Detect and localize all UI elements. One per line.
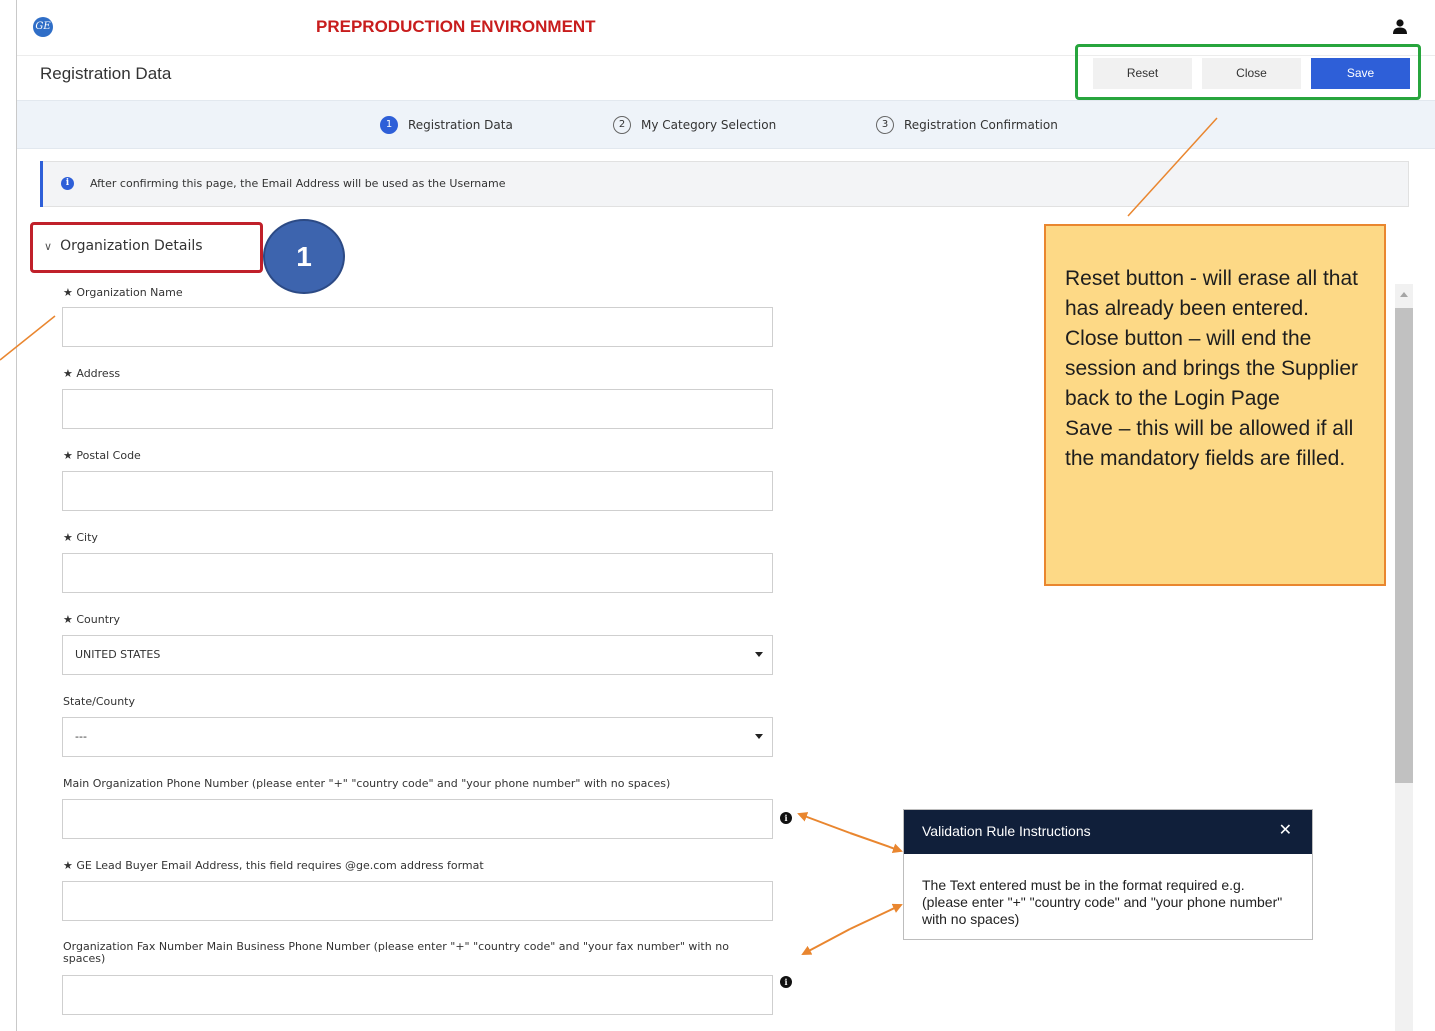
address-input[interactable] (62, 389, 773, 429)
phone-input[interactable] (62, 799, 773, 839)
scroll-up-arrow-icon[interactable] (1400, 292, 1408, 297)
buttons-highlight-box (1075, 44, 1421, 100)
step-registration-confirmation[interactable]: 3 Registration Confirmation (876, 116, 1058, 134)
country-select[interactable]: UNITED STATES (62, 635, 773, 675)
state-value: --- (75, 730, 87, 743)
step-category-selection[interactable]: 2 My Category Selection (613, 116, 776, 134)
buyer-email-label: ★ GE Lead Buyer Email Address, this fiel… (63, 859, 484, 872)
step-number: 3 (876, 116, 894, 134)
section-highlight-box (30, 222, 263, 273)
close-icon[interactable]: ✕ (1279, 810, 1292, 852)
fax-help-icon[interactable]: i (780, 976, 792, 988)
info-banner-text: After confirming this page, the Email Ad… (90, 177, 506, 190)
step-number: 2 (613, 116, 631, 134)
frame-border (16, 0, 17, 1031)
country-value: UNITED STATES (75, 648, 161, 661)
state-label: State/County (63, 695, 135, 708)
user-icon[interactable] (1391, 18, 1409, 36)
org-name-input[interactable] (62, 307, 773, 347)
country-label: ★ Country (63, 613, 121, 626)
fax-label: Organization Fax Number Main Business Ph… (63, 940, 729, 965)
phone-help-icon[interactable]: i (780, 812, 792, 824)
step-number: 1 (380, 116, 398, 134)
info-banner-stripe (40, 161, 43, 207)
arrow-tooltip-bottom (849, 903, 903, 930)
postal-code-input[interactable] (62, 471, 773, 511)
postal-code-label: ★ Postal Code (63, 449, 141, 462)
ge-logo[interactable]: GE (33, 17, 53, 37)
arrow-tooltip-bottom (801, 928, 851, 955)
dropdown-caret-icon (755, 652, 763, 657)
environment-title: PREPRODUCTION ENVIRONMENT (316, 17, 596, 36)
validation-tooltip: Validation Rule Instructions ✕ The Text … (903, 809, 1313, 940)
step-label: Registration Data (408, 118, 513, 132)
city-label: ★ City (63, 531, 98, 544)
address-label: ★ Address (63, 367, 121, 380)
step-label: My Category Selection (641, 118, 777, 132)
callout-badge: 1 (263, 219, 345, 294)
arrow-tooltip-top (849, 832, 903, 854)
callout-line-left (0, 315, 56, 361)
city-input[interactable] (62, 553, 773, 593)
tooltip-title: Validation Rule Instructions (922, 823, 1091, 839)
step-label: Registration Confirmation (904, 118, 1058, 132)
arrow-tooltip-top (797, 812, 851, 834)
page-title: Registration Data (40, 64, 172, 83)
info-icon: i (61, 177, 74, 190)
tooltip-header: Validation Rule Instructions ✕ (904, 810, 1312, 854)
annotation-note: Reset button - will erase all that has a… (1044, 224, 1386, 586)
phone-label: Main Organization Phone Number (please e… (63, 777, 671, 790)
org-name-label: ★ Organization Name (63, 286, 183, 299)
scrollbar-thumb[interactable] (1395, 308, 1413, 783)
buyer-email-input[interactable] (62, 881, 773, 921)
note-line-close: Close button – will end the session and … (1065, 327, 1359, 410)
fax-input[interactable] (62, 975, 773, 1015)
tooltip-body: The Text entered must be in the format r… (922, 877, 1283, 927)
note-line-save: Save – this will be allowed if all the m… (1065, 417, 1354, 470)
step-registration-data[interactable]: 1 Registration Data (380, 116, 513, 134)
dropdown-caret-icon (755, 734, 763, 739)
note-line-reset: Reset button - will erase all that has a… (1065, 267, 1358, 320)
state-select[interactable]: --- (62, 717, 773, 757)
